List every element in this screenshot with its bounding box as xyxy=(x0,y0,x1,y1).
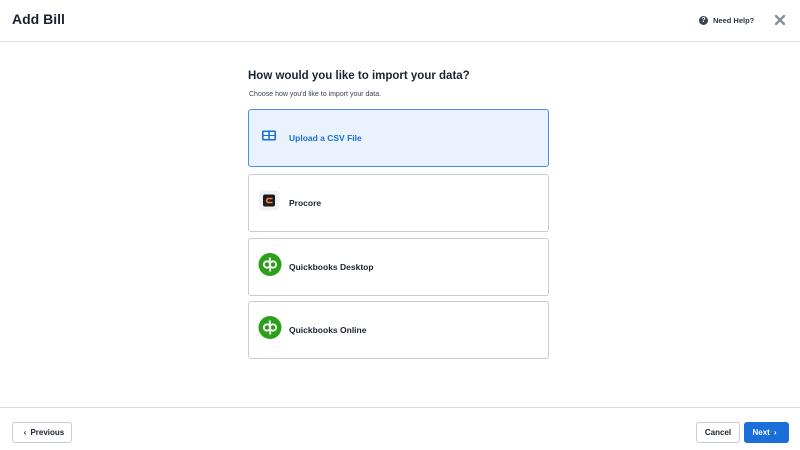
option-label: Quickbooks Desktop xyxy=(289,262,374,272)
close-icon xyxy=(774,14,786,26)
modal-footer: ‹ Previous Cancel Next › xyxy=(0,407,800,450)
modal-header: Add Bill ? Need Help? xyxy=(0,0,800,42)
next-button[interactable]: Next › xyxy=(744,422,789,443)
option-label: Upload a CSV File xyxy=(289,133,362,143)
need-help-label: Need Help? xyxy=(713,15,755,25)
add-bill-modal: Add Bill ? Need Help? How would you like… xyxy=(0,0,800,450)
option-upload-csv[interactable]: Upload a CSV File xyxy=(248,109,549,167)
cancel-button[interactable]: Cancel xyxy=(696,422,740,443)
previous-button[interactable]: ‹ Previous xyxy=(12,422,72,443)
option-procore[interactable]: Procore xyxy=(248,174,549,232)
option-label: Quickbooks Online xyxy=(289,325,367,335)
cancel-label: Cancel xyxy=(704,428,732,437)
quickbooks-logo-icon xyxy=(258,316,282,345)
import-subheading: Choose how you'd like to import your dat… xyxy=(249,91,382,98)
need-help-link[interactable]: ? Need Help? xyxy=(699,13,754,27)
page-title: Add Bill xyxy=(12,11,65,27)
previous-label: Previous xyxy=(30,428,65,437)
next-label: Next xyxy=(752,428,770,437)
question-circle-icon: ? xyxy=(699,15,708,25)
import-heading: How would you like to import your data? xyxy=(248,70,470,82)
table-icon xyxy=(258,125,280,152)
quickbooks-logo-icon xyxy=(258,253,282,282)
option-label: Procore xyxy=(289,198,322,208)
option-quickbooks-desktop[interactable]: Quickbooks Desktop xyxy=(248,238,549,296)
close-button[interactable] xyxy=(773,13,787,27)
procore-logo-icon xyxy=(258,190,280,217)
chevron-right-icon: › xyxy=(773,428,777,437)
option-quickbooks-online[interactable]: Quickbooks Online xyxy=(248,301,549,359)
chevron-left-icon: ‹ xyxy=(23,428,27,437)
